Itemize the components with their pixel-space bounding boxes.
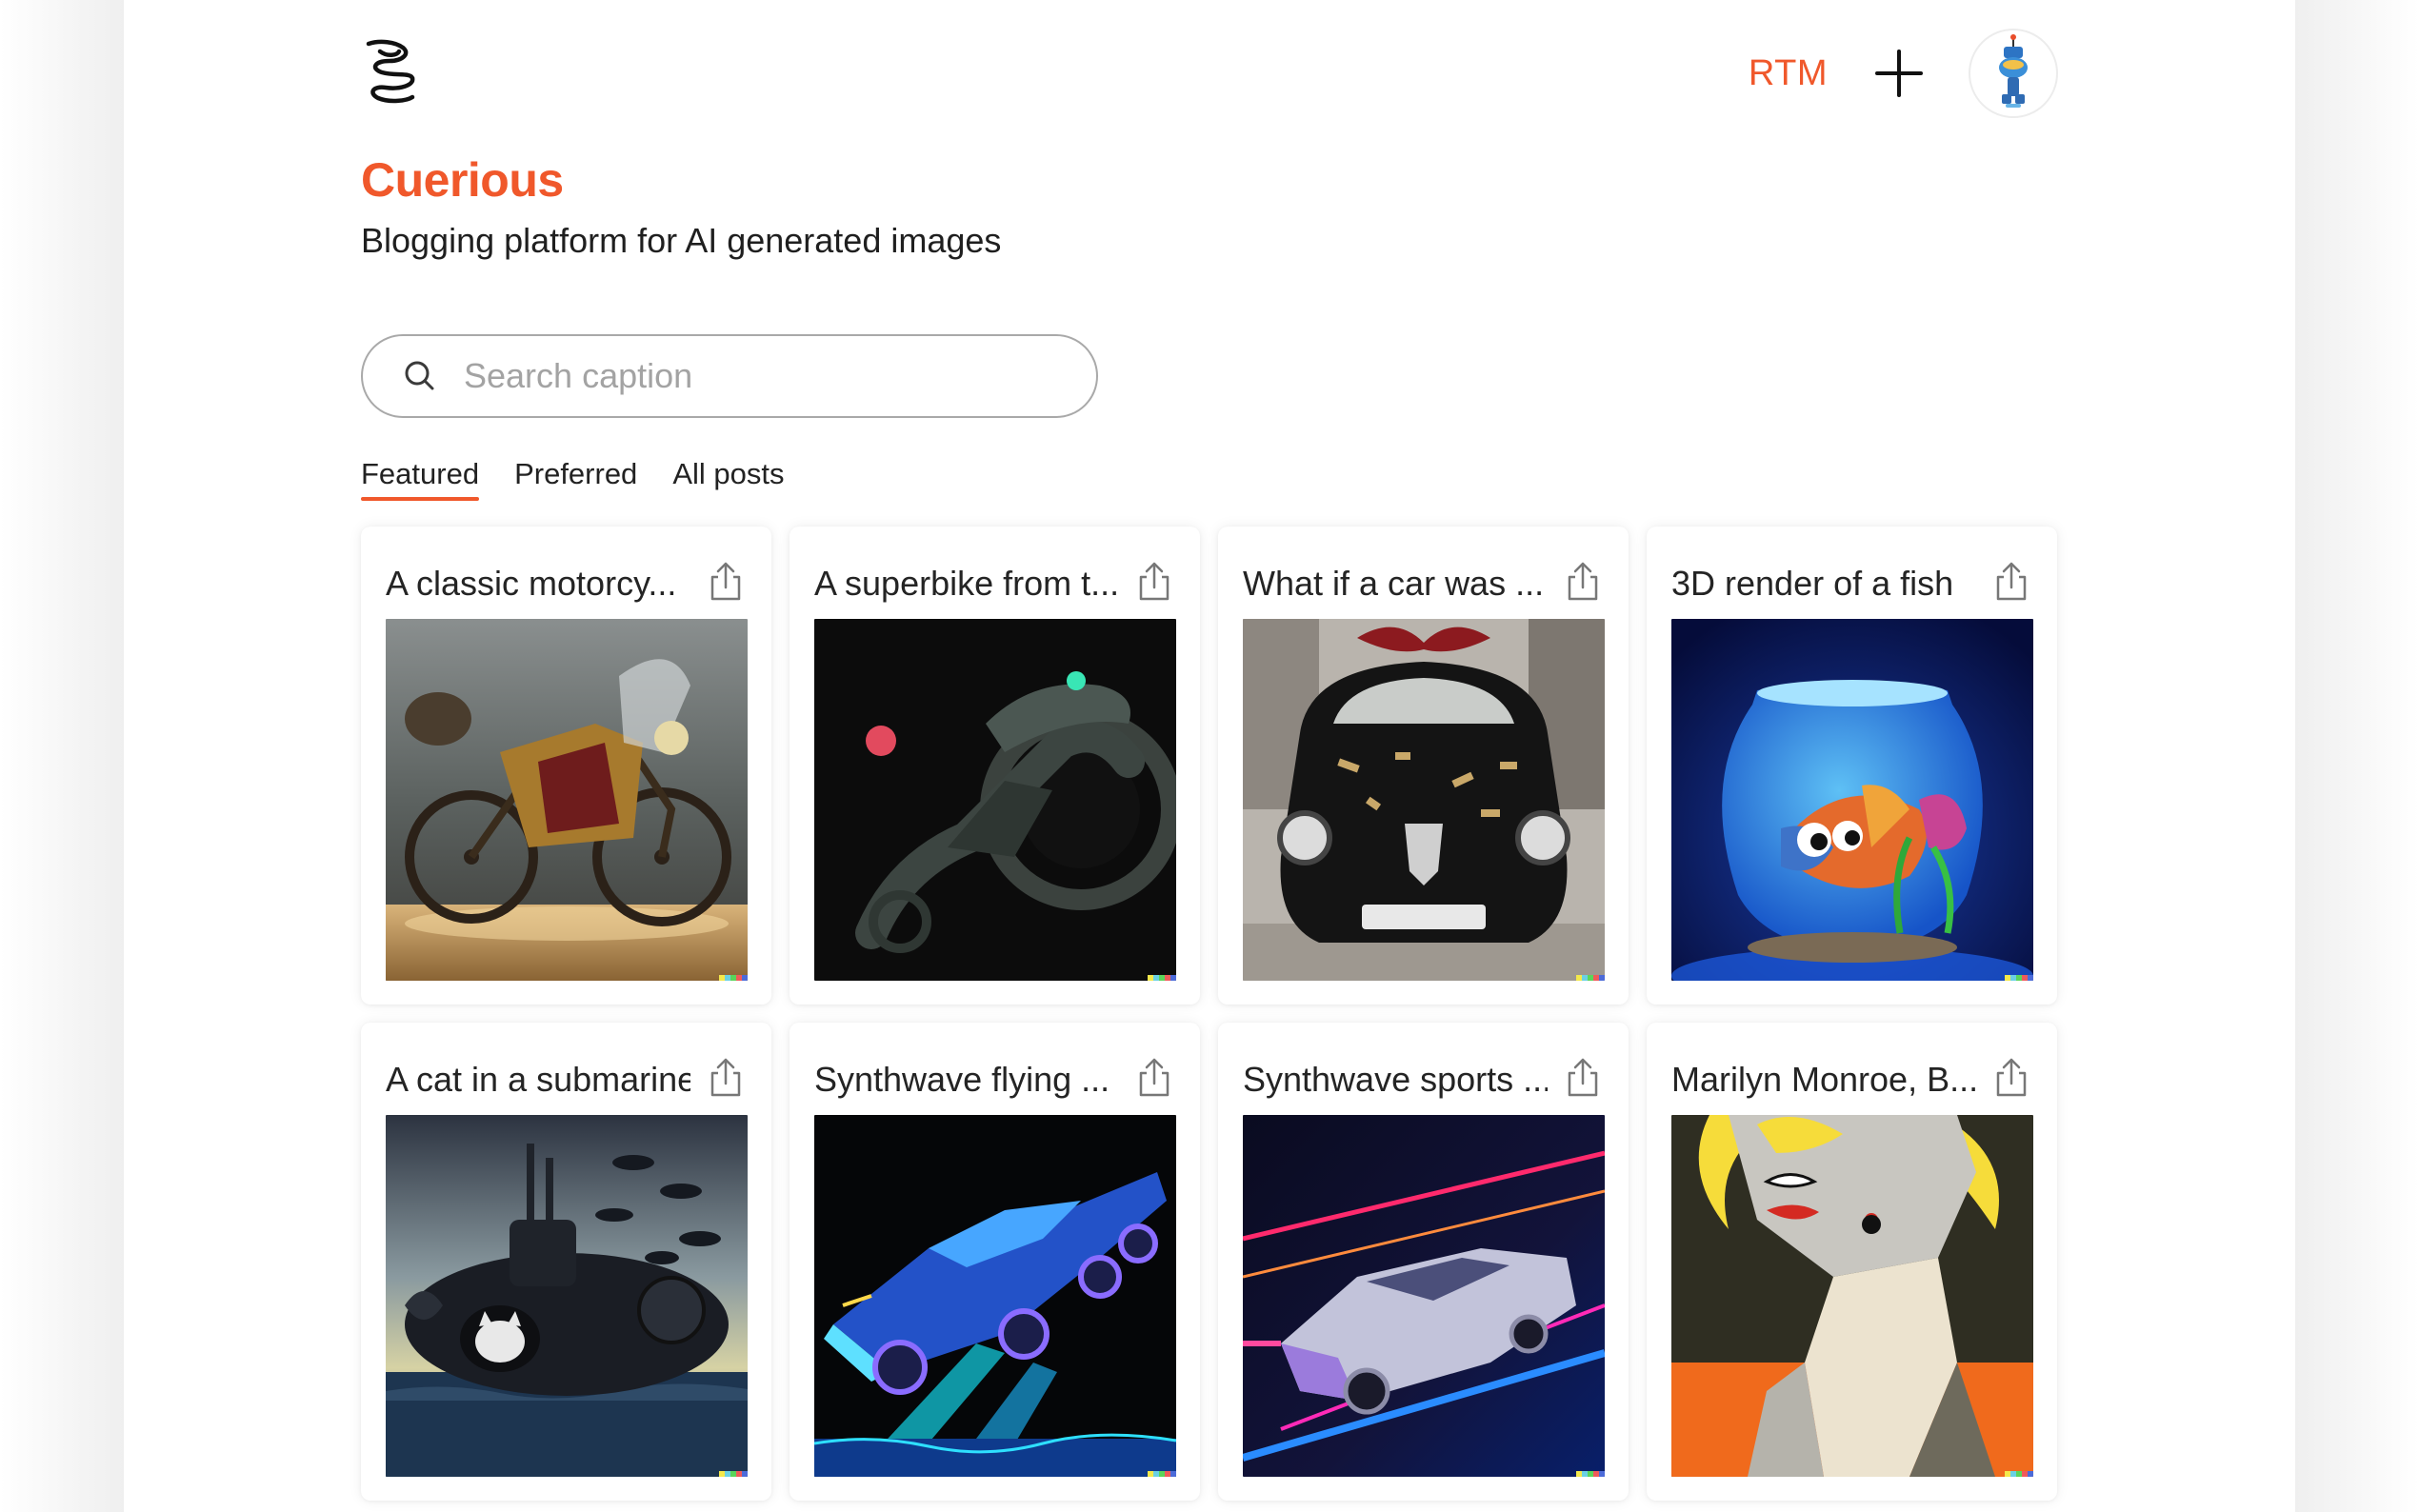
post-card[interactable]: 3D render of a fish: [1647, 527, 2057, 1005]
post-caption: Marilyn Monroe, B...: [1671, 1061, 1976, 1099]
post-card[interactable]: Synthwave flying ...: [790, 1023, 1200, 1501]
post-card[interactable]: Synthwave sports ...: [1218, 1023, 1629, 1501]
robot-avatar-icon[interactable]: [1969, 29, 2058, 118]
rtm-link[interactable]: RTM: [1749, 53, 1828, 94]
tab-all-posts[interactable]: All posts: [672, 457, 784, 499]
dalle-watermark: [1148, 1471, 1176, 1477]
post-card[interactable]: A superbike from t...: [790, 527, 1200, 1005]
fish-bowl-image: [1671, 619, 2033, 981]
share-icon[interactable]: [1992, 561, 2030, 603]
search-bar[interactable]: [361, 334, 1098, 418]
share-icon[interactable]: [1564, 561, 1602, 603]
dalle-watermark: [1148, 975, 1176, 981]
dalle-watermark: [719, 975, 748, 981]
brand-title: Cuerious: [361, 153, 564, 207]
post-caption: Synthwave sports ...: [1243, 1061, 1548, 1099]
marilyn-cubist-portrait-image: [1671, 1115, 2033, 1477]
synthwave-sports-car-image: [1243, 1115, 1605, 1477]
post-caption: What if a car was ...: [1243, 565, 1545, 603]
page-shadow-left: [0, 0, 124, 1512]
futuristic-superbike-image: [814, 619, 1176, 981]
dalle-watermark: [2005, 1471, 2033, 1477]
page: RTM Cuerious Blogging platform for AI ge…: [124, 0, 2295, 1512]
post-card[interactable]: A cat in a submarine: [361, 1023, 771, 1501]
tab-featured[interactable]: Featured: [361, 457, 480, 501]
vintage-motorcycle-image: [386, 619, 748, 981]
dalle-watermark: [1576, 975, 1605, 981]
search-icon: [405, 361, 434, 390]
post-caption: A cat in a submarine: [386, 1061, 690, 1099]
header-actions: RTM: [1749, 27, 2058, 120]
post-caption: A classic motorcy...: [386, 565, 677, 603]
synthwave-flying-car-image: [814, 1115, 1176, 1477]
brand-subtitle: Blogging platform for AI generated image…: [361, 221, 1002, 260]
share-icon[interactable]: [1564, 1057, 1602, 1099]
cat-submarine-image: [386, 1115, 748, 1477]
dalle-watermark: [2005, 975, 2033, 981]
dalle-watermark: [1576, 1471, 1605, 1477]
search-input[interactable]: [462, 355, 1037, 397]
spiral-logo-icon[interactable]: [361, 38, 422, 107]
share-icon[interactable]: [707, 1057, 745, 1099]
post-caption: Synthwave flying ...: [814, 1061, 1110, 1099]
post-card[interactable]: A classic motorcy...: [361, 527, 771, 1005]
post-card[interactable]: Marilyn Monroe, B...: [1647, 1023, 2057, 1501]
page-shadow-right: [2295, 0, 2419, 1512]
share-icon[interactable]: [1992, 1057, 2030, 1099]
tab-preferred[interactable]: Preferred: [514, 457, 637, 499]
dalle-watermark: [719, 1471, 748, 1477]
gift-car-image: [1243, 619, 1605, 981]
post-card[interactable]: What if a car was ...: [1218, 527, 1629, 1005]
plus-icon[interactable]: [1873, 48, 1925, 99]
share-icon[interactable]: [1135, 1057, 1173, 1099]
post-caption: A superbike from t...: [814, 565, 1119, 603]
tab-bar: Featured Preferred All posts: [361, 457, 819, 501]
share-icon[interactable]: [707, 561, 745, 603]
post-grid: A classic motorcy... A superbike from t.…: [361, 527, 2058, 1501]
share-icon[interactable]: [1135, 561, 1173, 603]
post-caption: 3D render of a fish: [1671, 565, 1954, 603]
